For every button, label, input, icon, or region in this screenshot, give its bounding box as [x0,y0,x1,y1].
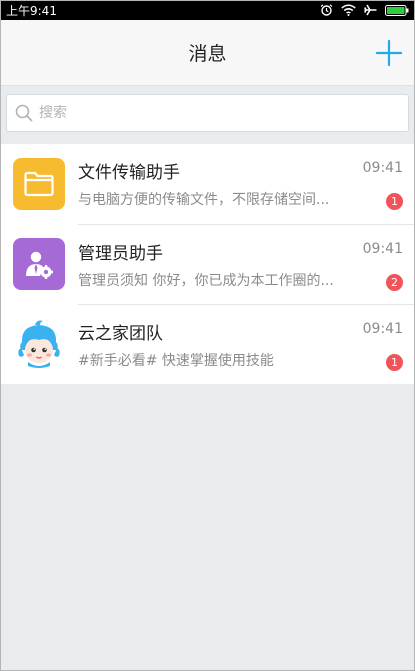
conversation-list: 文件传输助手 09:41 与电脑方便的传输文件，不限存储空间... 1 管理员助… [0,144,415,384]
battery-icon [385,4,409,16]
unread-badge: 1 [386,354,403,371]
conversation-name: 管理员助手 [78,244,163,264]
add-button[interactable] [375,39,403,67]
conversation-time: 09:41 [362,321,403,337]
unread-badge: 1 [386,193,403,210]
status-icons [320,4,409,16]
conversation-preview: #新手必看# 快速掌握使用技能 [78,353,274,369]
search-box[interactable] [6,94,409,132]
page-title: 消息 [188,43,227,65]
avatar [13,238,65,290]
conversation-time: 09:41 [362,160,403,176]
airplane-icon [364,4,377,16]
alarm-icon [320,4,333,16]
admin-gear-icon [26,251,53,279]
conversation-item-admin-assistant[interactable]: 管理员助手 09:41 管理员须知 你好，你已成为本工作圈的... 2 [0,224,415,304]
folder-icon [24,171,54,197]
wifi-icon [341,4,356,16]
conversation-preview: 管理员须知 你好，你已成为本工作圈的... [78,273,334,289]
conversation-item-file-transfer[interactable]: 文件传输助手 09:41 与电脑方便的传输文件，不限存储空间... 1 [0,144,415,224]
mascot-icon [18,320,60,368]
unread-badge: 2 [386,274,403,291]
status-time: 上午9:41 [6,3,57,18]
avatar [13,158,65,210]
plus-icon [375,39,403,67]
search-input[interactable] [39,105,379,121]
search-container [0,86,415,140]
conversation-time: 09:41 [362,241,403,257]
search-icon [15,104,33,122]
avatar [13,318,65,370]
conversation-item-yunzhijia-team[interactable]: 云之家团队 09:41 #新手必看# 快速掌握使用技能 1 [0,304,415,384]
status-bar: 上午9:41 [0,0,415,20]
conversation-name: 云之家团队 [78,324,163,344]
app-header: 消息 [0,20,415,86]
conversation-preview: 与电脑方便的传输文件，不限存储空间... [78,192,330,208]
conversation-name: 文件传输助手 [78,163,180,183]
